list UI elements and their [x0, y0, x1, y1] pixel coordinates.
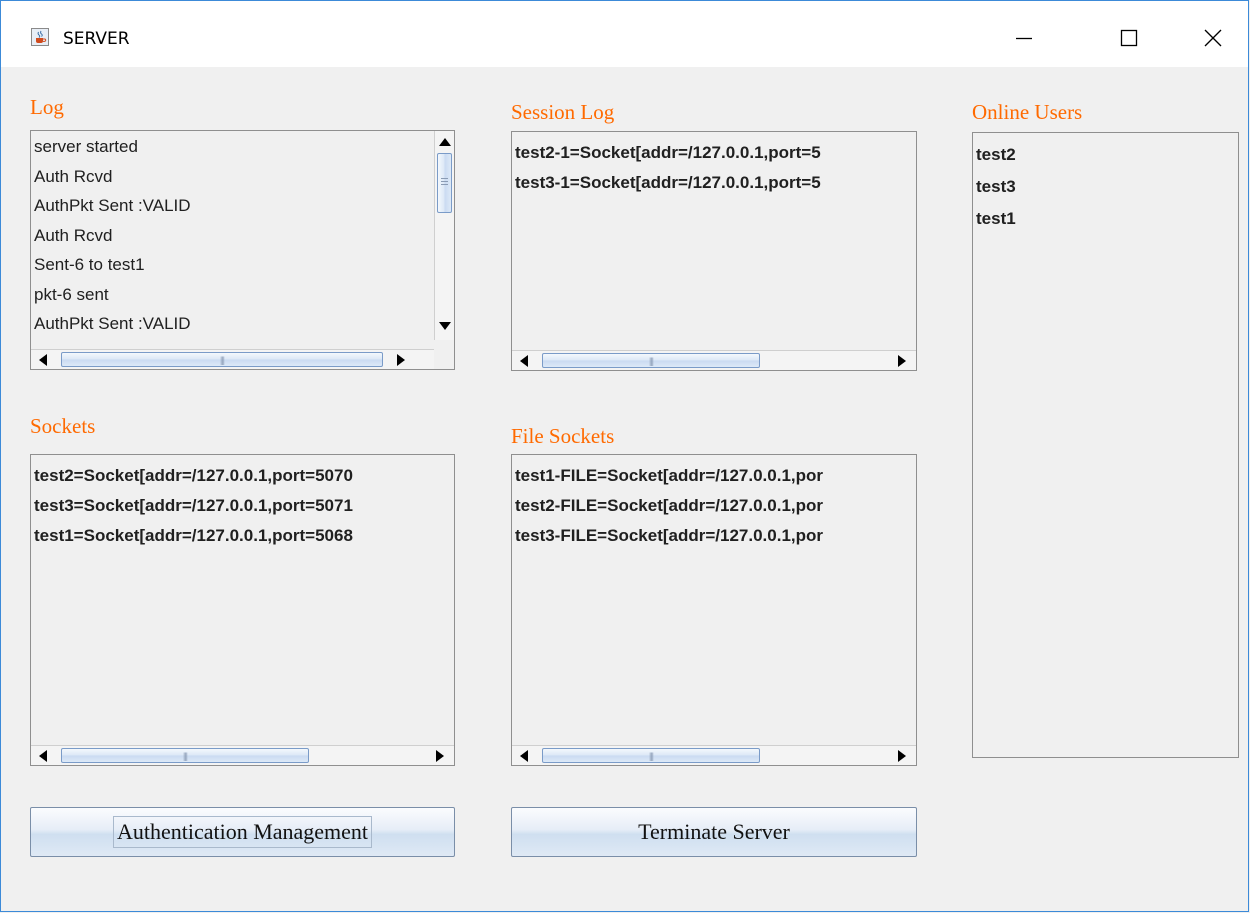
scroll-thumb[interactable]: ||| — [542, 353, 760, 368]
list-item[interactable]: test1 — [974, 203, 1016, 235]
session-log-label: Session Log — [511, 100, 615, 124]
list-item[interactable]: test1-FILE=Socket[addr=/127.0.0.1,por — [513, 461, 823, 491]
scroll-thumb[interactable] — [437, 153, 452, 213]
online-users-list[interactable]: test2 test3 test1 — [974, 134, 1016, 235]
list-item[interactable]: test2-1=Socket[addr=/127.0.0.1,port=5 — [513, 138, 821, 168]
log-horizontal-scrollbar[interactable]: ||| — [31, 349, 434, 369]
scroll-right-icon[interactable] — [892, 352, 911, 369]
list-item[interactable]: Auth Rcvd — [32, 162, 191, 192]
scroll-left-icon[interactable] — [33, 747, 52, 764]
log-label: Log — [30, 95, 64, 119]
log-list[interactable]: server started Auth Rcvd AuthPkt Sent :V… — [32, 132, 191, 339]
scroll-left-icon[interactable] — [33, 351, 52, 368]
list-item[interactable]: test3 — [974, 171, 1016, 203]
list-item[interactable]: test3=Socket[addr=/127.0.0.1,port=5071 — [32, 491, 353, 521]
authentication-management-button[interactable]: Authentication Management — [30, 807, 455, 857]
scroll-corner — [434, 349, 454, 369]
list-item[interactable]: test2=Socket[addr=/127.0.0.1,port=5070 — [32, 461, 353, 491]
log-vertical-scrollbar[interactable] — [434, 131, 454, 340]
log-panel[interactable]: server started Auth Rcvd AuthPkt Sent :V… — [30, 130, 455, 370]
scroll-right-icon[interactable] — [430, 747, 449, 764]
session-log-horizontal-scrollbar[interactable]: ||| — [512, 350, 916, 370]
maximize-button[interactable] — [1106, 21, 1152, 55]
terminate-server-button[interactable]: Terminate Server — [511, 807, 917, 857]
list-item[interactable]: test2 — [974, 139, 1016, 171]
list-item[interactable]: AuthPkt Sent :VALID — [32, 191, 191, 221]
button-label: Authentication Management — [112, 816, 373, 848]
session-log-panel[interactable]: test2-1=Socket[addr=/127.0.0.1,port=5 te… — [511, 131, 917, 371]
sockets-label: Sockets — [30, 414, 96, 438]
list-item[interactable]: Auth Rcvd — [32, 221, 191, 251]
scroll-thumb[interactable]: ||| — [61, 748, 309, 763]
list-item[interactable]: server started — [32, 132, 191, 162]
title-bar[interactable]: SERVER — [1, 1, 1248, 67]
online-users-label: Online Users — [972, 100, 1083, 124]
list-item[interactable]: Sent-6 to test1 — [32, 250, 191, 280]
java-cup-icon[interactable] — [31, 28, 49, 46]
server-window: SERVER Log server started Auth Rcvd Auth… — [0, 0, 1249, 912]
minimize-icon — [1016, 37, 1032, 40]
sockets-panel[interactable]: test2=Socket[addr=/127.0.0.1,port=5070 t… — [30, 454, 455, 766]
list-item[interactable]: test3-FILE=Socket[addr=/127.0.0.1,por — [513, 521, 823, 551]
scroll-thumb[interactable]: ||| — [61, 352, 383, 367]
file-sockets-list[interactable]: test1-FILE=Socket[addr=/127.0.0.1,por te… — [513, 456, 823, 551]
close-icon — [1204, 29, 1222, 47]
scroll-left-icon[interactable] — [514, 352, 533, 369]
list-item[interactable]: test2-FILE=Socket[addr=/127.0.0.1,por — [513, 491, 823, 521]
button-label: Terminate Server — [638, 819, 790, 844]
list-item[interactable]: test1=Socket[addr=/127.0.0.1,port=5068 — [32, 521, 353, 551]
list-item[interactable]: AuthPkt Sent :VALID — [32, 309, 191, 339]
minimize-button[interactable] — [1001, 21, 1047, 55]
sockets-horizontal-scrollbar[interactable]: ||| — [31, 745, 454, 765]
scroll-up-icon[interactable] — [435, 133, 454, 150]
close-button[interactable] — [1190, 21, 1236, 55]
scroll-left-icon[interactable] — [514, 747, 533, 764]
list-item[interactable]: test3-1=Socket[addr=/127.0.0.1,port=5 — [513, 168, 821, 198]
file-sockets-horizontal-scrollbar[interactable]: ||| — [512, 745, 916, 765]
session-log-list[interactable]: test2-1=Socket[addr=/127.0.0.1,port=5 te… — [513, 133, 821, 198]
sockets-list[interactable]: test2=Socket[addr=/127.0.0.1,port=5070 t… — [32, 456, 353, 551]
scroll-right-icon[interactable] — [391, 351, 410, 368]
list-item[interactable]: pkt-6 sent — [32, 280, 191, 310]
maximize-icon — [1120, 29, 1138, 47]
file-sockets-label: File Sockets — [511, 424, 615, 448]
file-sockets-panel[interactable]: test1-FILE=Socket[addr=/127.0.0.1,por te… — [511, 454, 917, 766]
online-users-panel[interactable]: test2 test3 test1 — [972, 132, 1239, 758]
scroll-down-icon[interactable] — [435, 317, 454, 334]
window-title: SERVER — [63, 29, 130, 49]
scroll-right-icon[interactable] — [892, 747, 911, 764]
scroll-thumb[interactable]: ||| — [542, 748, 760, 763]
